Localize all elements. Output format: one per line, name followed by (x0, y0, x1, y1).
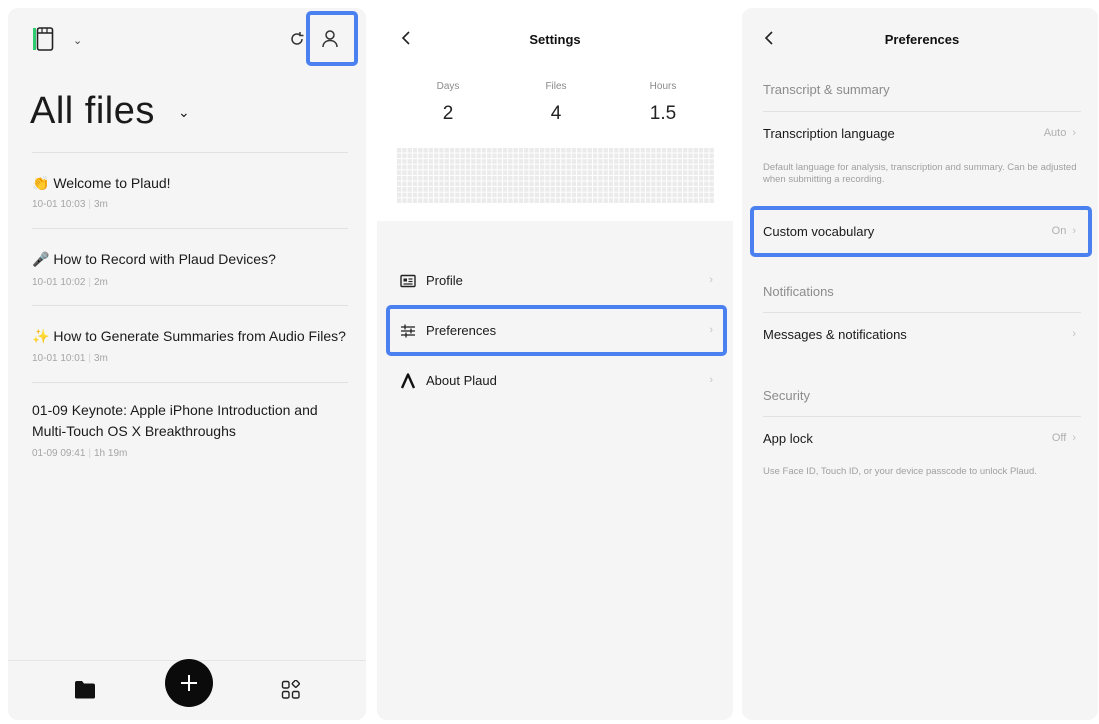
row-label: App lock (763, 431, 813, 446)
files-screen: ⌄ All files ⌄ 👏 Welcome to Plaud! 10-01 … (8, 8, 366, 720)
menu-item-label: Profile (426, 273, 463, 288)
title-chevron-icon: ⌄ (177, 104, 191, 121)
stats-card: Settings Days 2 Files 4 Hours 1.5 (377, 8, 733, 221)
app-switch-chevron-icon[interactable]: ⌄ (73, 34, 82, 47)
file-title: How to Record with Plaud Devices? (53, 251, 276, 267)
row-description: Use Face ID, Touch ID, or your device pa… (763, 466, 1037, 477)
profile-icon[interactable] (321, 29, 339, 49)
stat-label-hours: Hours (649, 81, 677, 92)
row-description: Default language for analysis, transcrip… (763, 162, 1077, 185)
menu-item-label: About Plaud (426, 373, 497, 388)
stat-value-days: 2 (442, 103, 454, 124)
stat-label-files: Files (545, 81, 567, 92)
sync-icon[interactable] (288, 30, 306, 48)
divider (763, 416, 1081, 417)
stat-value-hours: 1.5 (649, 103, 677, 124)
row-label: Custom vocabulary (763, 224, 875, 239)
row-value: Auto (1043, 127, 1067, 139)
apps-grid-icon[interactable] (281, 680, 301, 700)
preferences-screen: Preferences Transcript & summary Transcr… (742, 8, 1098, 720)
file-title: How to Generate Summaries from Audio Fil… (53, 328, 346, 344)
divider (763, 111, 1081, 112)
sparkle-icon: ✨ (32, 328, 50, 344)
section-header: Transcript & summary (763, 82, 890, 97)
divider (763, 312, 1081, 313)
settings-screen: Settings Days 2 Files 4 Hours 1.5 Profil… (377, 8, 733, 720)
settings-title: Settings (529, 32, 581, 47)
stat-label-days: Days (436, 81, 460, 92)
chevron-right-icon: › (1072, 127, 1076, 139)
app-logo-icon[interactable] (32, 26, 54, 52)
id-card-icon (400, 274, 416, 288)
chevron-right-icon: › (1072, 328, 1076, 340)
sliders-icon (401, 324, 415, 338)
menu-item-preferences[interactable]: Preferences › (377, 310, 733, 352)
file-title: Welcome to Plaud! (53, 175, 171, 191)
chevron-right-icon: › (709, 374, 713, 386)
file-title: 01-09 Keynote: Apple iPhone Introduction… (32, 402, 318, 439)
divider (32, 305, 348, 306)
activity-heatmap (396, 147, 714, 203)
divider (32, 152, 348, 153)
microphone-icon: 🎤 (32, 251, 50, 267)
file-meta: 10-01 10:03 | 3m (32, 199, 108, 210)
clap-icon: 👏 (32, 175, 50, 191)
page-title[interactable]: All files ⌄ (30, 90, 190, 133)
divider (32, 228, 348, 229)
chevron-right-icon: › (709, 324, 713, 336)
file-meta: 01-09 09:41 | 1h 19m (32, 448, 128, 459)
stat-value-files: 4 (550, 103, 562, 124)
chevron-right-icon: › (709, 274, 713, 286)
chevron-right-icon: › (1072, 225, 1076, 237)
menu-item-about[interactable]: About Plaud › (377, 360, 733, 402)
preferences-title: Preferences (884, 32, 960, 47)
divider (32, 382, 348, 383)
section-header: Security (763, 388, 810, 403)
file-meta: 10-01 10:02 | 2m (32, 277, 108, 288)
add-recording-button[interactable] (165, 659, 213, 707)
folder-icon[interactable] (74, 680, 96, 699)
row-value: On (1051, 225, 1067, 237)
file-meta: 10-01 10:01 | 3m (32, 353, 108, 364)
row-label: Messages & notifications (763, 327, 907, 342)
chevron-right-icon: › (1072, 432, 1076, 444)
plus-icon (181, 675, 197, 691)
menu-item-profile[interactable]: Profile › (377, 260, 733, 302)
menu-item-label: Preferences (426, 323, 497, 338)
back-arrow-icon[interactable] (762, 30, 778, 46)
section-header: Notifications (763, 284, 834, 299)
row-label: Transcription language (763, 126, 895, 141)
back-arrow-icon[interactable] (399, 30, 415, 46)
plaud-logo-icon (400, 373, 416, 389)
row-value: Off (1051, 432, 1067, 444)
